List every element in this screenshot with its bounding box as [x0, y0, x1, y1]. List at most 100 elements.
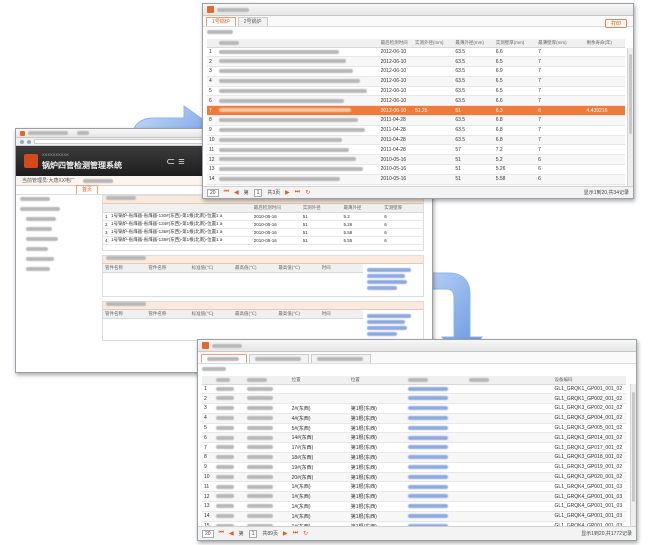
cell-link[interactable]: [405, 501, 467, 512]
prev-page-icon[interactable]: ◀: [234, 189, 239, 196]
tab-boiler-2[interactable]: 2号锅炉: [237, 17, 268, 26]
tab-boiler-1[interactable]: 1号锅炉: [206, 17, 236, 26]
boiler-tabs: 1号锅炉 2号锅炉: [203, 16, 633, 27]
middle-links: [367, 268, 419, 292]
next-page-icon[interactable]: ▶: [283, 530, 288, 537]
cell-link[interactable]: [405, 472, 467, 483]
cell-link[interactable]: [405, 491, 467, 503]
next-page-icon[interactable]: ▶: [285, 189, 290, 196]
print-button[interactable]: 打印: [605, 19, 627, 28]
table-row[interactable]: 11 2011-04-28 57 7.2 7: [207, 144, 625, 156]
table-row[interactable]: 6 14#(东西) 第1根(东西) GL1_GRQK3_GP014_001_02: [202, 432, 626, 444]
cell-date: 2011-04-28: [378, 115, 413, 126]
cell-link[interactable]: [405, 481, 467, 493]
tab-home[interactable]: 首页: [76, 185, 99, 194]
last-page-icon[interactable]: ⏭: [295, 189, 300, 196]
page-input[interactable]: 1: [248, 529, 258, 538]
table-row[interactable]: 2 2012-06-10 63.5 6.5 7: [207, 56, 625, 68]
table-row[interactable]: 8 18#(东西) 第1根(东西) GL1_GRQK3_GP018_001_02: [202, 452, 626, 463]
cell-a: [412, 76, 454, 87]
back-icon[interactable]: [20, 139, 24, 144]
refresh-icon[interactable]: ↻: [303, 530, 308, 537]
cell-a: [412, 66, 454, 77]
cell-link[interactable]: [405, 393, 467, 405]
first-page-icon[interactable]: ⏮: [219, 530, 224, 537]
table-row[interactable]: 10 20#(东西) 第1根(东西) GL1_GRQK3_GP020_001_02: [202, 472, 626, 483]
cell-c: 6.5: [493, 76, 537, 87]
cell-desc: 1号锅炉-省煤器-省煤器-136#(东西)-第1根(北南)-位置1 a: [109, 228, 252, 237]
table-row[interactable]: 1 GL1_GRQK1_GP001_001_02: [202, 384, 626, 395]
table-row[interactable]: 6 2012-06-10 63.5 6.6 7: [207, 95, 625, 107]
cell-type: [214, 452, 245, 463]
table-row[interactable]: 4 4#(东西) 第1根(东西) GL1_GRQK3_GP004_001_02: [202, 413, 626, 424]
cell-n: 5: [202, 423, 215, 434]
cell-link[interactable]: [405, 462, 467, 473]
page-size-select[interactable]: 20: [202, 529, 214, 538]
table-row[interactable]: 9 19#(东西) 第1根(东西) GL1_GRQK3_GP019_001_02: [202, 462, 626, 473]
table-row[interactable]: 11 1#(东西) 第1根(东西) GL1_GRQK4_GP001_001_03: [202, 481, 626, 493]
w3-scrollbar[interactable]: [630, 384, 636, 526]
cell-desc: [217, 66, 379, 77]
tab-1[interactable]: [201, 354, 247, 363]
cell-link[interactable]: [405, 442, 467, 454]
cell-b: 63.5: [453, 66, 494, 77]
table-row[interactable]: 8 2011-04-28 63.5 6.8 7: [207, 115, 625, 126]
cell-row: 第1根(东西): [348, 413, 406, 424]
table-row[interactable]: 3 1号锅炉-省煤器-省煤器-136#(东西)-第1根(北南)-位置1 a 2010…: [103, 228, 423, 237]
cell-code: GL1_GRQK1_GP002_001_02: [552, 393, 626, 405]
table-row[interactable]: 2 GL1_GRQK1_GP002_001_02: [202, 393, 626, 405]
table-row[interactable]: 3 2012-06-10 63.5 6.9 7: [207, 66, 625, 77]
page-input[interactable]: 1: [253, 188, 263, 197]
cell-n: 6: [202, 432, 215, 444]
table-row[interactable]: 9 2011-04-28 63.5 6.8 7: [207, 125, 625, 136]
table-row[interactable]: 10 2011-04-28 63.5 6.8 7: [207, 135, 625, 146]
table-row[interactable]: 7 17#(东西) 第1根(东西) GL1_GRQK3_GP017_001_02: [202, 442, 626, 454]
cell-link[interactable]: [405, 413, 467, 424]
cell-link[interactable]: [405, 432, 467, 444]
table-row[interactable]: 4 2012-06-10 63.5 6.5 7: [207, 76, 625, 87]
cell-date: 2012-06-10: [378, 76, 413, 87]
page-suffix: 共3页: [267, 190, 281, 196]
cell-link[interactable]: [405, 403, 467, 414]
prev-page-icon[interactable]: ◀: [229, 530, 234, 537]
table-row[interactable]: 3 2#(东西) 第1根(东西) GL1_GRQK3_GP002_001_02: [202, 403, 626, 414]
table-row[interactable]: 12 2010-05-16 51 5.2 6: [207, 154, 625, 166]
table-row[interactable]: 5 5#(东西) 第1根(东西) GL1_GRQK3_GP005_001_02: [202, 423, 626, 434]
cell-pos: 1#(东西): [289, 491, 349, 503]
refresh-icon[interactable]: ↻: [305, 189, 310, 196]
last-page-icon[interactable]: ⏭: [293, 530, 298, 537]
forward-icon[interactable]: [27, 139, 31, 144]
cell-code: GL1_GRQK3_GP020_001_02: [552, 472, 626, 483]
cell-a: [412, 144, 454, 156]
logo-icon: [24, 154, 38, 168]
cell-n: 9: [202, 462, 215, 473]
cell-link[interactable]: [405, 452, 467, 463]
first-page-icon[interactable]: ⏮: [224, 189, 229, 196]
cell-d: 6: [382, 212, 423, 221]
cell-link[interactable]: [405, 384, 467, 395]
cell-desc: [217, 56, 379, 68]
table-row[interactable]: 2 1号锅炉-省煤器-省煤器-134#(东西)-第1根(北南)-位置1 a 2010…: [103, 220, 423, 229]
cell-name: [244, 491, 290, 503]
tab-2[interactable]: [249, 354, 309, 363]
window-icon: [207, 6, 214, 13]
cell-pos: 14#(东西): [289, 432, 349, 444]
w1-scrollbar[interactable]: [627, 48, 633, 186]
page-size-select[interactable]: 20: [207, 188, 219, 197]
table-row[interactable]: 13 1#(东西) 第1根(东西) GL1_GRQK4_GP001_001_03: [202, 501, 626, 512]
table-row[interactable]: 5 2012-06-10 63.5 6.5 7: [207, 86, 625, 97]
table-row[interactable]: 1 2012-06-10 63.5 6.6 7: [207, 47, 625, 58]
table-row[interactable]: 14 1#(东西) 第1根(东西) GL1_GRQK4_GP001_001_03: [202, 511, 626, 522]
table-row[interactable]: 7 2012-06-10 51.25 51 6.3 6 4.439216: [207, 105, 625, 117]
table-row[interactable]: 14 2010-05-16 51 5.58 6: [207, 174, 625, 185]
table-row[interactable]: 13 2010-05-16 51 5.26 6: [207, 164, 625, 175]
table-row[interactable]: 12 1#(东西) 第1根(东西) GL1_GRQK4_GP001_001_03: [202, 491, 626, 503]
tab-3[interactable]: [311, 354, 371, 363]
bottom-table: 管件名称 管件名称 标准值(℃) 最高值(℃) 最高值(℃) 时间: [103, 310, 363, 319]
cell-a: [412, 174, 454, 185]
table-row[interactable]: 4 1号锅炉-省煤器-省煤器-138#(东西)-第1根(北南)-位置1 a 2010…: [103, 236, 423, 245]
cell-link[interactable]: [405, 423, 467, 434]
cell-link[interactable]: [405, 511, 467, 522]
cell-name: [244, 452, 290, 463]
table-row[interactable]: 1 1号锅炉-省煤器-省煤器-130#(东西)-第1根(北南)-位置1 a 2010…: [103, 212, 423, 221]
